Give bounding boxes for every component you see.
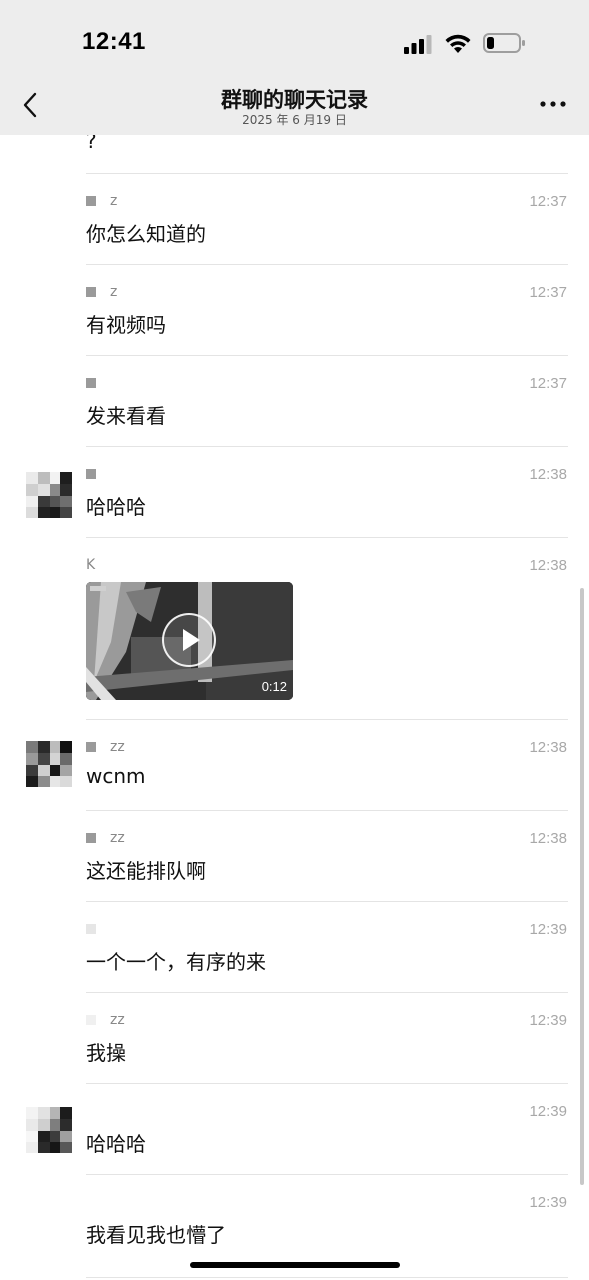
message-time: 12:39 bbox=[529, 921, 567, 938]
message-text: 哈哈哈 bbox=[86, 495, 146, 519]
message-time: 12:37 bbox=[529, 284, 567, 301]
partial-message-text: ? bbox=[86, 135, 97, 153]
message-text: 这还能排队啊 bbox=[86, 859, 206, 883]
sender-name: zz bbox=[86, 1012, 125, 1030]
sender-name bbox=[86, 375, 110, 393]
redacted-name-mosaic bbox=[86, 196, 96, 206]
list-item[interactable]: K 12:38 0:12 bbox=[0, 537, 589, 719]
sender-name: zz bbox=[86, 739, 125, 757]
message-text: 有视频吗 bbox=[86, 313, 166, 337]
sender-name: K bbox=[86, 557, 96, 573]
redacted-name-mosaic bbox=[86, 378, 96, 388]
list-item[interactable]: zz 12:38 wcnm bbox=[0, 719, 589, 810]
sender-name bbox=[86, 921, 110, 939]
avatar[interactable] bbox=[26, 1107, 72, 1153]
list-item[interactable]: 12:39 哈哈哈 bbox=[0, 1083, 589, 1174]
list-item[interactable]: 12:38 哈哈哈 bbox=[0, 446, 589, 537]
message-time: 12:38 bbox=[529, 557, 567, 574]
wifi-icon bbox=[445, 34, 471, 53]
redacted-name-mosaic bbox=[86, 1015, 96, 1025]
redacted-name-mosaic bbox=[86, 924, 96, 934]
avatar[interactable] bbox=[26, 472, 72, 518]
sender-name: z bbox=[86, 284, 117, 302]
redacted-name-mosaic bbox=[86, 469, 96, 479]
sender-name bbox=[86, 466, 110, 484]
message-text: 我操 bbox=[86, 1041, 126, 1065]
message-time: 12:37 bbox=[529, 375, 567, 392]
sender-name: z bbox=[86, 193, 117, 211]
message-text: 哈哈哈 bbox=[86, 1132, 146, 1156]
divider bbox=[86, 1277, 568, 1278]
message-time: 12:39 bbox=[529, 1103, 567, 1120]
message-text: 你怎么知道的 bbox=[86, 222, 206, 246]
video-duration: 0:12 bbox=[261, 679, 287, 694]
home-indicator[interactable] bbox=[190, 1262, 400, 1268]
message-time: 12:38 bbox=[529, 830, 567, 847]
list-item[interactable]: zz 12:38 这还能排队啊 bbox=[0, 810, 589, 901]
chat-record-list[interactable]: ? z 12:37 你怎么知道的 z 12:37 有视频吗 12:37 发来看看 bbox=[0, 135, 589, 1280]
cellular-signal-icon bbox=[404, 35, 432, 54]
redacted-name-mosaic bbox=[86, 742, 96, 752]
sender-name: zz bbox=[86, 830, 125, 848]
message-text: wcnm bbox=[86, 764, 146, 788]
scrollbar[interactable] bbox=[580, 588, 584, 1185]
message-text: 一个一个，有序的来 bbox=[86, 950, 266, 974]
list-item[interactable]: zz 12:39 我操 bbox=[0, 992, 589, 1083]
play-icon[interactable] bbox=[162, 613, 216, 667]
list-item[interactable]: z 12:37 有视频吗 bbox=[0, 264, 589, 355]
avatar[interactable] bbox=[26, 741, 72, 787]
status-time: 12:41 bbox=[82, 28, 146, 55]
page-subtitle: 2025 年 6 月19 日 bbox=[242, 113, 347, 127]
list-item[interactable]: 12:39 一个一个，有序的来 bbox=[0, 901, 589, 992]
list-item[interactable]: 12:37 发来看看 bbox=[0, 355, 589, 446]
message-time: 12:39 bbox=[529, 1012, 567, 1029]
message-time: 12:37 bbox=[529, 193, 567, 210]
message-time: 12:38 bbox=[529, 739, 567, 756]
redacted-name-mosaic bbox=[86, 833, 96, 843]
video-thumbnail[interactable]: 0:12 bbox=[86, 582, 293, 700]
redacted-name-mosaic bbox=[86, 287, 96, 297]
status-bar: 12:41 bbox=[0, 0, 589, 80]
list-item[interactable]: z 12:37 你怎么知道的 bbox=[0, 173, 589, 264]
message-text: 发来看看 bbox=[86, 404, 166, 428]
message-time: 12:39 bbox=[529, 1194, 567, 1211]
battery-icon bbox=[483, 33, 525, 53]
page-title: 群聊的聊天记录 bbox=[221, 88, 368, 112]
nav-bar: 群聊的聊天记录 2025 年 6 月19 日 bbox=[0, 80, 589, 135]
message-text: 我看见我也懵了 bbox=[86, 1223, 226, 1247]
list-item[interactable]: 12:39 我看见我也懵了 bbox=[0, 1174, 589, 1265]
more-dots-icon[interactable] bbox=[539, 94, 567, 114]
message-time: 12:38 bbox=[529, 466, 567, 483]
